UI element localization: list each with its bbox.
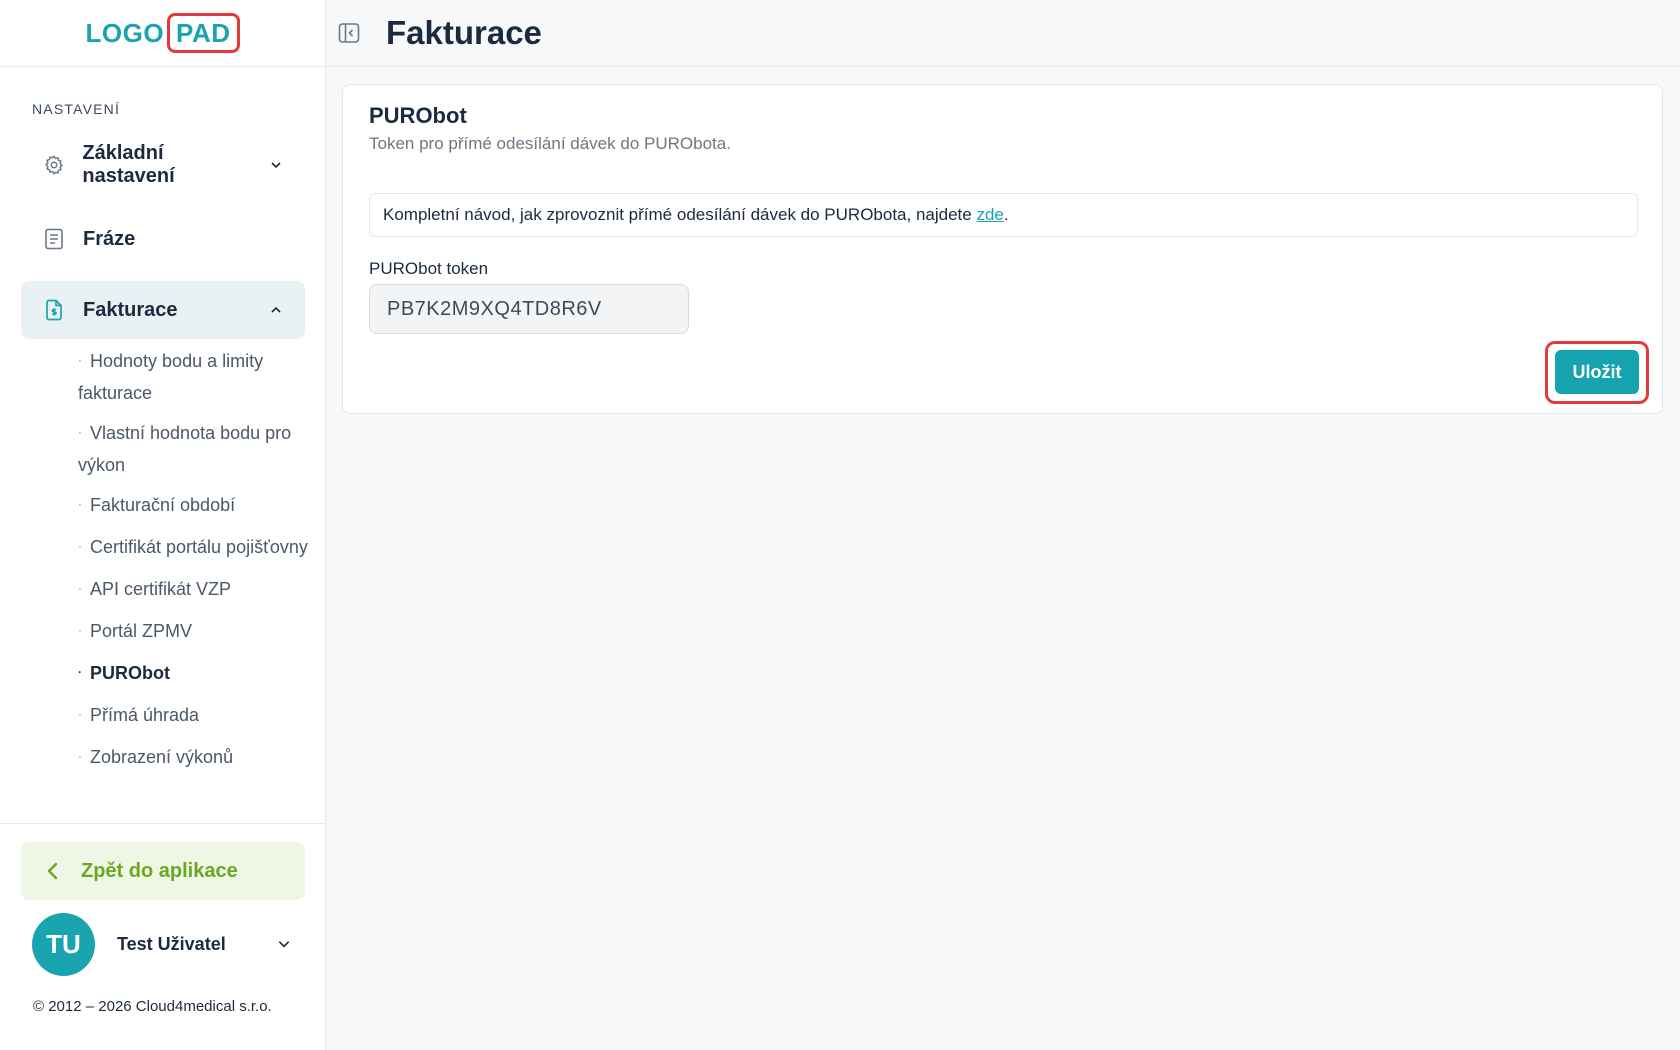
info-box: Kompletní návod, jak zprovoznit přímé od… — [369, 193, 1638, 237]
sidebar-item-label: Fráze — [83, 227, 136, 250]
sidebar-item-label: Fakturace — [83, 298, 178, 321]
sidebar-item-fakturace[interactable]: Fakturace — [21, 281, 305, 339]
sidebar-collapse-icon[interactable] — [336, 20, 362, 46]
token-input[interactable] — [369, 284, 689, 334]
chevron-up-icon — [269, 303, 283, 317]
logo-pad: PAD — [167, 13, 240, 53]
bullet-dot: · — [78, 707, 82, 721]
chevron-down-icon — [269, 158, 283, 172]
bullet-dot: · — [78, 539, 82, 553]
sub-item-api-certifikat[interactable]: · API certifikát VZP — [78, 574, 308, 606]
sub-item-zobrazeni-vykonu[interactable]: · Zobrazení výkonů — [78, 742, 308, 774]
purobot-card: PURObot Token pro přímé odesílání dávek … — [342, 84, 1663, 414]
sub-item-portal-zpmv[interactable]: · Portál ZPMV — [78, 616, 308, 648]
user-menu[interactable]: TU Test Uživatel — [32, 912, 292, 976]
back-to-app-button[interactable]: Zpět do aplikace — [21, 842, 305, 900]
bullet-dot: · — [78, 749, 82, 763]
sidebar-divider — [0, 823, 326, 824]
user-name: Test Uživatel — [117, 933, 226, 954]
logo-word: LOGO — [85, 17, 165, 48]
info-text: Kompletní návod, jak zprovoznit přímé od… — [383, 205, 977, 224]
sub-menu: · Hodnoty bodu a limity fakturace · Vlastn… — [78, 346, 308, 774]
copyright: © 2012 – 2026 Cloud4medical s.r.o. — [33, 998, 272, 1015]
sidebar-item-fraze[interactable]: Fráze — [21, 210, 305, 268]
bullet-dot: · — [78, 623, 82, 637]
sidebar-item-label: Základní nastavení — [82, 142, 175, 187]
info-end: . — [1003, 205, 1009, 224]
logo[interactable]: LOGO PAD — [85, 13, 240, 53]
bullet-dot: · — [78, 425, 82, 439]
topbar: Fakturace — [326, 0, 1680, 67]
avatar: TU — [32, 912, 95, 976]
sub-item-fakturacni-obdobi[interactable]: · Fakturační období — [78, 490, 308, 522]
back-to-app-label: Zpět do aplikace — [81, 859, 238, 882]
token-field-label: PURObot token — [369, 259, 489, 278]
sub-item-certifikat-portalu[interactable]: · Certifikát portálu pojišťovny — [78, 532, 308, 564]
gear-icon — [41, 152, 66, 178]
guide-link[interactable]: zde — [976, 205, 1003, 225]
bullet-dot: · — [78, 497, 82, 511]
section-label: NASTAVENÍ — [32, 101, 121, 117]
page-title: Fakturace — [386, 14, 542, 51]
sub-item-prima-uhrada[interactable]: · Přímá úhrada — [78, 700, 308, 732]
bullet-dot: · — [78, 581, 82, 595]
chevron-down-icon — [276, 936, 292, 952]
sidebar: LOGO PAD NASTAVENÍ Základní nastavení Fr… — [0, 0, 326, 1050]
invoice-icon — [41, 297, 67, 323]
sub-item-hodnoty-bodu[interactable]: · Hodnoty bodu a limity fakturace — [78, 346, 308, 408]
logo-bar: LOGO PAD — [0, 0, 325, 67]
chevron-left-icon — [43, 861, 63, 881]
sub-item-vlastni-hodnota[interactable]: · Vlastní hodnota bodu pro výkon — [78, 418, 308, 480]
sub-item-purobot[interactable]: · PURObot — [78, 658, 308, 690]
card-title: PURObot — [369, 103, 467, 128]
sidebar-item-zakladni-nastaveni[interactable]: Základní nastavení — [21, 136, 305, 194]
bullet-dot: · — [78, 353, 82, 367]
save-button[interactable]: Uložit — [1555, 350, 1639, 394]
card-subtitle: Token pro přímé odesílání dávek do PUROb… — [369, 134, 731, 153]
document-icon — [41, 226, 67, 252]
bullet-dot: · — [78, 665, 82, 679]
